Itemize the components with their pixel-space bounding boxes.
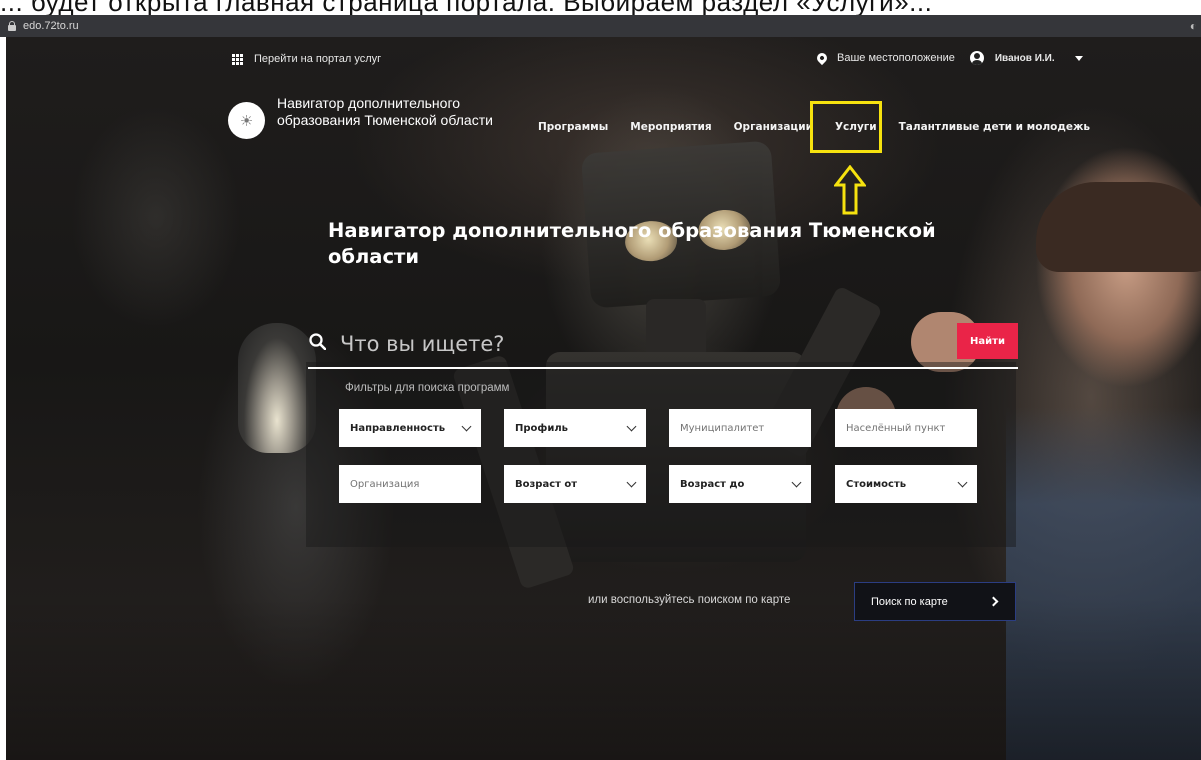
location-pin-icon[interactable] <box>814 50 830 66</box>
hero-title: Навигатор дополнительного образования Тю… <box>328 219 936 268</box>
filter-age-from-select[interactable]: Возраст от <box>504 465 646 503</box>
filter-label: Возраст до <box>680 478 745 490</box>
filter-age-to-select[interactable]: Возраст до <box>669 465 811 503</box>
chevron-down-icon <box>791 477 802 487</box>
filters-label: Фильтры для поиска программ <box>345 382 510 394</box>
portal-link[interactable]: Перейти на портал услуг <box>232 53 381 65</box>
filter-locality-input[interactable]: Населённый пункт <box>835 409 977 447</box>
chevron-down-icon <box>626 477 637 487</box>
search-bar: Найти <box>308 323 1018 369</box>
location-link[interactable]: Ваше местоположение <box>837 52 955 64</box>
user-avatar-icon[interactable] <box>969 51 984 65</box>
filter-profile-select[interactable]: Профиль <box>504 409 646 447</box>
filter-municipality-input[interactable]: Муниципалитет <box>669 409 811 447</box>
hero-background-boy-hair <box>1036 182 1201 272</box>
annotation-arrow-up-icon <box>834 165 866 215</box>
map-search-button[interactable]: Поиск по карте <box>854 582 1016 621</box>
filter-label: Населённый пункт <box>846 422 946 434</box>
top-instruction-text: ... будет открыта главная страница порта… <box>0 0 933 15</box>
search-button[interactable]: Найти <box>957 323 1018 359</box>
filter-organization-input[interactable]: Организация <box>339 465 481 503</box>
search-input[interactable] <box>340 329 940 359</box>
filter-label: Профиль <box>515 422 568 434</box>
browser-address-bar[interactable]: edo.72to.ru ◐ <box>0 15 1201 37</box>
filter-label: Возраст от <box>515 478 578 490</box>
filter-direction-select[interactable]: Направленность <box>339 409 481 447</box>
nav-item-programs[interactable]: Программы <box>538 121 608 133</box>
coat-of-arms-icon: ☀ <box>239 111 254 130</box>
annotation-highlight-box <box>810 101 882 153</box>
filter-label: Стоимость <box>846 478 907 490</box>
browser-extension-icon[interactable]: ◐ <box>1190 19 1197 33</box>
chevron-right-icon <box>988 596 999 607</box>
hero-background-lamp <box>238 323 316 453</box>
search-icon <box>309 333 326 350</box>
chevron-down-icon <box>626 421 637 431</box>
hero-background-shade <box>6 597 1201 760</box>
browser-url: edo.72to.ru <box>23 20 79 32</box>
hero-section: Перейти на портал услуг Ваше местоположе… <box>6 37 1201 760</box>
user-toolbar: Ваше местоположение Иванов И.И. <box>814 50 1083 66</box>
map-search-prompt: или воспользуйтесь поиском по карте <box>588 594 791 606</box>
user-menu-caret-icon[interactable] <box>1074 55 1083 61</box>
user-name[interactable]: Иванов И.И. <box>995 53 1055 64</box>
lock-icon <box>8 21 16 31</box>
portal-link-label: Перейти на портал услуг <box>254 53 382 65</box>
nav-item-organizations[interactable]: Организации <box>734 121 813 133</box>
site-logo[interactable]: ☀ <box>228 102 265 139</box>
filter-label: Направленность <box>350 422 446 434</box>
filter-label: Муниципалитет <box>680 422 765 434</box>
nav-item-events[interactable]: Мероприятия <box>630 121 711 133</box>
chevron-down-icon <box>461 421 472 431</box>
map-search-button-label: Поиск по карте <box>871 595 948 608</box>
grid-icon <box>232 53 243 65</box>
nav-item-talented-youth[interactable]: Талантливые дети и молодежь <box>899 121 1090 133</box>
filter-cost-select[interactable]: Стоимость <box>835 465 977 503</box>
filter-label: Организация <box>350 478 420 490</box>
chevron-down-icon <box>957 477 968 487</box>
site-title-link[interactable]: Навигатор дополнительного образования Тю… <box>277 95 507 129</box>
